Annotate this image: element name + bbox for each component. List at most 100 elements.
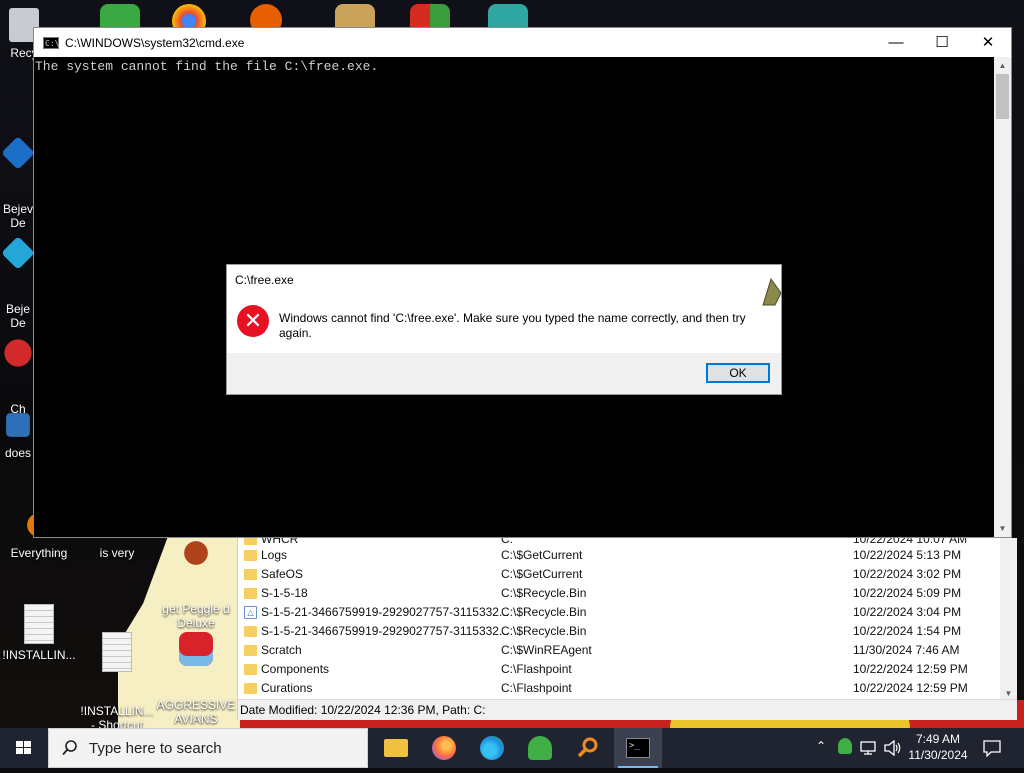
scroll-down-icon[interactable]: ▼ (994, 520, 1011, 537)
special-folder-icon: △ (244, 606, 257, 619)
minimize-button[interactable]: — (873, 28, 919, 57)
app-icon (6, 413, 30, 437)
file-list-window: WHCR C: 10/22/2024 10:07 AM Logs C:\$Get… (237, 538, 1017, 720)
network-icon[interactable] (860, 740, 876, 756)
file-path: C:\Flashpoint (501, 681, 572, 695)
folder-icon (244, 645, 257, 656)
angry-bird-icon (179, 632, 213, 666)
dialog-footer: OK (227, 353, 781, 394)
taskbar: Type here to search >_ ⌃ 7:49 AM 11/30/2… (0, 728, 1024, 768)
folder-icon (244, 538, 257, 545)
taskbar-edge[interactable] (468, 728, 516, 768)
status-bar: Date Modified: 10/22/2024 12:36 PM, Path… (238, 699, 1017, 720)
console-scrollbar[interactable]: ▲ ▼ (994, 57, 1011, 537)
file-name: S-1-5-18 (261, 586, 308, 600)
folder-icon (244, 569, 257, 580)
volume-icon[interactable] (884, 740, 902, 756)
file-date: 11/30/2024 7:46 AM (853, 643, 960, 657)
file-path: C:\$Recycle.Bin (501, 586, 587, 600)
file-path: C:\$Recycle.Bin (501, 605, 587, 619)
folder-icon (244, 683, 257, 694)
desktop-icon-installin-shortcut[interactable]: !INSTALLIN... - Shortcut (78, 604, 156, 728)
taskbar-file-explorer[interactable] (372, 728, 420, 768)
desktop-icon-label: !INSTALLIN... (2, 648, 76, 662)
list-item[interactable]: △ S-1-5-21-3466759919-2929027757-3115332… (238, 603, 1000, 622)
dialog-message: Windows cannot find 'C:\free.exe'. Make … (279, 311, 746, 340)
peggle-icon (184, 541, 208, 565)
file-name: SafeOS (261, 567, 304, 581)
firefox-icon (432, 736, 456, 760)
list-item[interactable]: Curations C:\Flashpoint 10/22/2024 12:59… (238, 679, 1000, 698)
decoration-icon (762, 277, 781, 306)
taskbar-search-box[interactable]: Type here to search (48, 728, 368, 768)
scroll-down-icon[interactable]: ▼ (1000, 689, 1017, 698)
error-dialog: C:\free.exe ✕ Windows cannot find 'C:\fr… (226, 264, 782, 395)
file-date: 10/22/2024 12:59 PM (853, 681, 968, 695)
window-title: C:\WINDOWS\system32\cmd.exe (65, 35, 245, 50)
file-date: 10/22/2024 3:04 PM (853, 605, 962, 619)
error-icon: ✕ (237, 305, 269, 337)
file-name: Scratch (261, 643, 302, 657)
taskbar-people-app[interactable] (516, 728, 564, 768)
dialog-title: C:\free.exe (235, 273, 294, 287)
people-app-icon (528, 736, 552, 760)
start-button[interactable] (0, 728, 48, 768)
document-icon (102, 632, 132, 672)
cmd-titlebar[interactable]: C:\ C:\WINDOWS\system32\cmd.exe — ☐ ✕ (34, 28, 1011, 57)
search-icon (62, 740, 77, 756)
desktop-icon-label: AGGRESSIVE AVIANS (156, 698, 236, 726)
cmd-icon: C:\ (43, 36, 60, 49)
scroll-thumb[interactable] (996, 74, 1009, 119)
file-date: 10/22/2024 5:09 PM (853, 586, 962, 600)
file-explorer-icon (384, 739, 408, 757)
chuzzle-icon (4, 339, 32, 367)
list-item[interactable]: SafeOS C:\$GetCurrent 10/22/2024 3:02 PM (238, 565, 1000, 584)
gem-icon (1, 236, 35, 270)
document-icon (24, 604, 54, 644)
list-item[interactable]: S-1-5-18 C:\$Recycle.Bin 10/22/2024 5:09… (238, 584, 1000, 603)
edge-icon (480, 736, 504, 760)
file-date: 10/22/2024 1:54 PM (853, 624, 962, 638)
list-item[interactable]: Scratch C:\$WinREAgent 11/30/2024 7:46 A… (238, 641, 1000, 660)
file-name: Components (261, 662, 330, 676)
file-list: WHCR C: 10/22/2024 10:07 AM Logs C:\$Get… (238, 538, 1000, 700)
file-name: S-1-5-21-3466759919-2929027757-3115332..… (261, 624, 509, 638)
list-item[interactable]: Components C:\Flashpoint 10/22/2024 12:5… (238, 660, 1000, 679)
desktop-icon-installin[interactable]: !INSTALLIN... (0, 604, 78, 662)
folder-icon (244, 664, 257, 675)
list-scrollbar[interactable]: ▼ (1000, 538, 1017, 700)
folder-icon (244, 588, 257, 599)
desktop-icon-aggressive-avians[interactable]: AGGRESSIVE AVIANS (156, 604, 236, 728)
taskbar-cmd[interactable]: >_ (614, 728, 662, 768)
ok-button[interactable]: OK (706, 363, 770, 383)
desktop-icon-label: is very (99, 546, 135, 560)
file-date: 10/22/2024 5:13 PM (853, 548, 962, 562)
taskbar-everything-search[interactable] (564, 728, 612, 768)
folder-icon (244, 550, 257, 561)
list-item[interactable]: S-1-5-21-3466759919-2929027757-3115332..… (238, 622, 1000, 641)
file-path: C:\$GetCurrent (501, 567, 583, 581)
file-path: C:\$GetCurrent (501, 548, 583, 562)
chevron-up-icon[interactable]: ⌃ (816, 739, 826, 753)
desktop-icon-label: !INSTALLIN... - Shortcut (80, 704, 154, 728)
file-path: C:\$WinREAgent (501, 643, 592, 657)
folder-icon (244, 626, 257, 637)
close-button[interactable]: ✕ (965, 28, 1011, 57)
taskbar-firefox[interactable] (420, 728, 468, 768)
list-item[interactable]: Logs C:\$GetCurrent 10/22/2024 5:13 PM (238, 546, 1000, 565)
clock-date: 11/30/2024 (908, 748, 968, 762)
file-path: C:\Flashpoint (501, 662, 572, 676)
scroll-up-icon[interactable]: ▲ (994, 57, 1011, 74)
file-date: 10/22/2024 12:59 PM (853, 662, 968, 676)
people-tray-icon[interactable] (838, 738, 852, 754)
taskbar-clock[interactable]: 7:49 AM 11/30/2024 (902, 731, 974, 763)
maximize-button[interactable]: ☐ (919, 28, 965, 57)
file-name: Curations (261, 681, 313, 695)
desktop-icon-label: Everything (10, 546, 68, 560)
file-name: Logs (261, 548, 288, 562)
search-everything-icon (577, 737, 598, 758)
gem-icon (1, 136, 35, 170)
windows-logo-icon (16, 741, 31, 754)
file-path: C:\$Recycle.Bin (501, 624, 587, 638)
notification-icon[interactable] (982, 739, 1002, 757)
